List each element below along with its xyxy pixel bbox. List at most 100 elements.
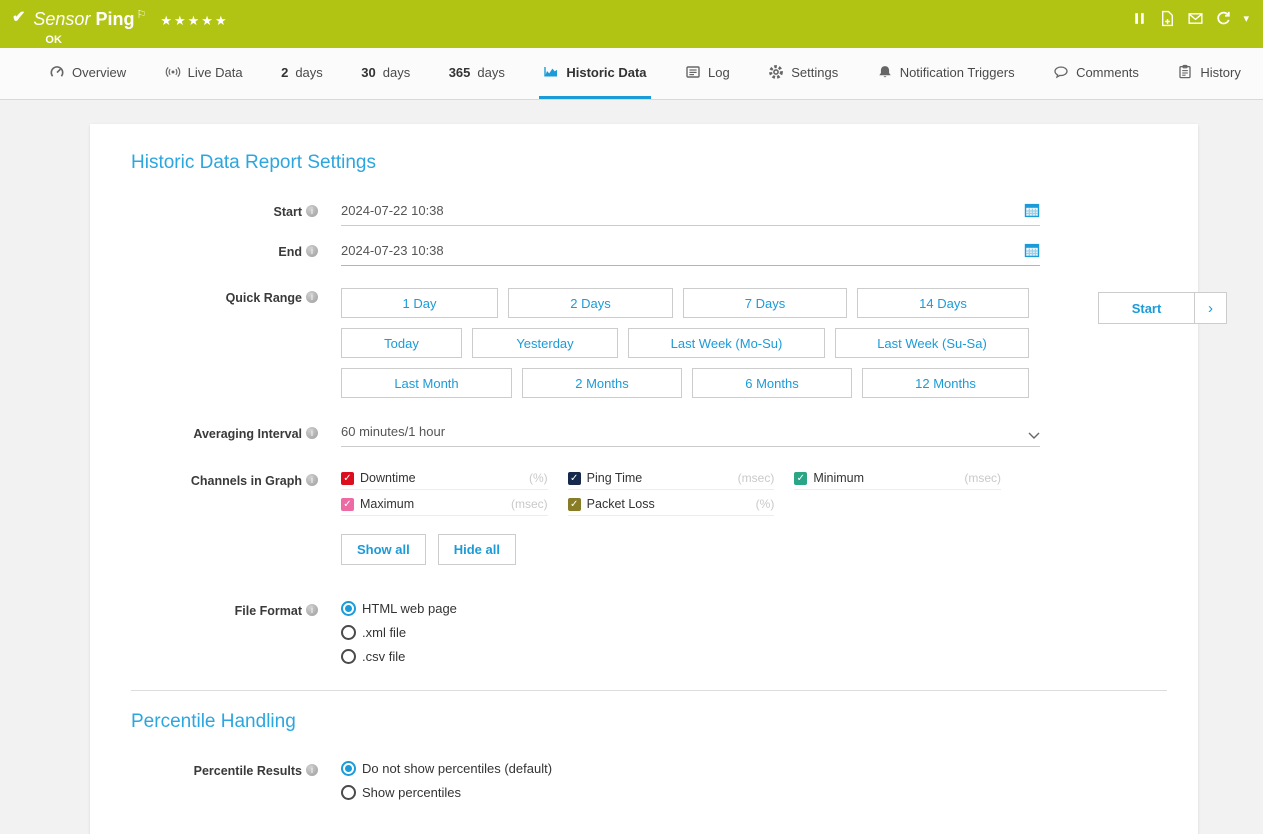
- email-icon[interactable]: [1187, 10, 1204, 27]
- radio-button[interactable]: [341, 625, 356, 640]
- tab-30-days[interactable]: 30 days: [357, 48, 414, 99]
- quick-range-2-months[interactable]: 2 Months: [522, 368, 682, 398]
- channel-unit: (msec): [738, 471, 775, 485]
- channel-name: Minimum: [813, 471, 958, 485]
- end-date-field[interactable]: 2024-07-23 10:38: [341, 242, 1040, 266]
- tab-2-days[interactable]: 2 days: [277, 48, 327, 99]
- tab-label: Comments: [1076, 65, 1139, 80]
- quick-range-last-month[interactable]: Last Month: [341, 368, 512, 398]
- report-document-icon[interactable]: [1159, 10, 1176, 27]
- tab-number: 365: [449, 65, 471, 80]
- channel-name: Packet Loss: [587, 497, 750, 511]
- status-check-icon: ✔: [12, 7, 25, 27]
- calendar-icon[interactable]: [1024, 242, 1040, 258]
- tab-label: Live Data: [188, 65, 243, 80]
- quick-range-label: Quick Range: [131, 288, 318, 305]
- calendar-icon[interactable]: [1024, 202, 1040, 218]
- radio-button[interactable]: [341, 601, 356, 616]
- quick-range-today[interactable]: Today: [341, 328, 462, 358]
- tab-label: History: [1200, 65, 1240, 80]
- averaging-interval-label: Averaging Interval: [131, 424, 318, 441]
- channel-unit: (%): [756, 497, 775, 511]
- flag-icon[interactable]: ⚐: [136, 9, 146, 21]
- quick-range-6-months[interactable]: 6 Months: [692, 368, 852, 398]
- channel-name: Maximum: [360, 497, 505, 511]
- tab-notification-triggers[interactable]: Notification Triggers: [873, 48, 1019, 99]
- tab-overview[interactable]: Overview: [45, 48, 130, 99]
- quick-range-12-months[interactable]: 12 Months: [862, 368, 1029, 398]
- quick-range-7-days[interactable]: 7 Days: [683, 288, 847, 318]
- pause-icon[interactable]: [1131, 10, 1148, 27]
- info-icon[interactable]: [306, 427, 318, 439]
- averaging-interval-select[interactable]: 60 minutes/1 hour: [341, 424, 1040, 447]
- gauge-icon: [49, 64, 65, 80]
- info-icon[interactable]: [306, 764, 318, 776]
- tab-live-data[interactable]: Live Data: [161, 48, 247, 99]
- quick-range-14-days[interactable]: 14 Days: [857, 288, 1029, 318]
- show-all-button[interactable]: Show all: [341, 534, 426, 565]
- channel-unit: (msec): [964, 471, 1001, 485]
- percentile-option-hide[interactable]: Do not show percentiles (default): [341, 761, 552, 776]
- percentile-results-label: Percentile Results: [131, 761, 318, 778]
- radio-button[interactable]: [341, 761, 356, 776]
- quick-range-1-day[interactable]: 1 Day: [341, 288, 498, 318]
- info-icon[interactable]: [306, 474, 318, 486]
- bell-icon: [877, 64, 893, 80]
- chevron-down-icon[interactable]: ▾: [1243, 12, 1249, 25]
- radio-button[interactable]: [341, 785, 356, 800]
- channels-in-graph-label: Channels in Graph: [131, 471, 318, 488]
- checkbox-checked-icon[interactable]: ✓: [568, 472, 581, 485]
- end-label: End: [131, 242, 318, 259]
- quick-range-last-week-su-sa[interactable]: Last Week (Su-Sa): [835, 328, 1029, 358]
- channel-ping-time: ✓ Ping Time (msec): [568, 471, 775, 490]
- tab-log[interactable]: Log: [681, 48, 734, 99]
- quick-range-2-days[interactable]: 2 Days: [508, 288, 673, 318]
- start-date-value[interactable]: 2024-07-22 10:38: [341, 203, 444, 218]
- refresh-icon[interactable]: [1215, 10, 1232, 27]
- quick-range-last-week-mo-su[interactable]: Last Week (Mo-Su): [628, 328, 825, 358]
- info-icon[interactable]: [306, 205, 318, 217]
- historic-data-panel: Historic Data Report Settings Start 2024…: [90, 124, 1198, 834]
- channel-name: Downtime: [360, 471, 523, 485]
- channel-unit: (msec): [511, 497, 548, 511]
- info-icon[interactable]: [306, 291, 318, 303]
- tab-number: 2: [281, 65, 288, 80]
- info-icon[interactable]: [306, 245, 318, 257]
- priority-stars[interactable]: ★★★★★: [160, 13, 228, 28]
- start-date-field[interactable]: 2024-07-22 10:38: [341, 202, 1040, 226]
- checkbox-checked-icon[interactable]: ✓: [341, 498, 354, 511]
- hide-all-button[interactable]: Hide all: [438, 534, 516, 565]
- sensor-title: SensorPing⚐★★★★★: [33, 4, 228, 32]
- tab-365-days[interactable]: 365 days: [445, 48, 509, 99]
- tab-history[interactable]: History: [1173, 48, 1244, 99]
- section-title-report-settings: Historic Data Report Settings: [131, 152, 1167, 174]
- averaging-interval-value: 60 minutes/1 hour: [341, 424, 445, 439]
- tab-historic-data[interactable]: Historic Data: [539, 48, 650, 99]
- file-format-option-xml[interactable]: .xml file: [341, 625, 457, 640]
- info-icon[interactable]: [306, 604, 318, 616]
- channel-downtime: ✓ Downtime (%): [341, 471, 548, 490]
- file-format-option-html[interactable]: HTML web page: [341, 601, 457, 616]
- checkbox-checked-icon[interactable]: ✓: [568, 498, 581, 511]
- tab-label: Log: [708, 65, 730, 80]
- radio-button[interactable]: [341, 649, 356, 664]
- channel-name: Ping Time: [587, 471, 732, 485]
- start-label: Start: [131, 202, 318, 219]
- start-report-button[interactable]: Start: [1098, 292, 1195, 324]
- tab-label: days: [295, 65, 322, 80]
- channel-maximum: ✓ Maximum (msec): [341, 497, 548, 516]
- tab-comments[interactable]: Comments: [1049, 48, 1143, 99]
- next-chevron-button[interactable]: ›: [1195, 292, 1227, 324]
- checkbox-checked-icon[interactable]: ✓: [794, 472, 807, 485]
- area-chart-icon: [543, 64, 559, 80]
- status-badge: OK: [45, 34, 228, 46]
- page-content: Historic Data Report Settings Start 2024…: [0, 100, 1263, 834]
- live-signal-icon: [165, 64, 181, 80]
- channel-minimum: ✓ Minimum (msec): [794, 471, 1001, 490]
- end-date-value[interactable]: 2024-07-23 10:38: [341, 243, 444, 258]
- percentile-option-show[interactable]: Show percentiles: [341, 785, 552, 800]
- quick-range-yesterday[interactable]: Yesterday: [472, 328, 618, 358]
- checkbox-checked-icon[interactable]: ✓: [341, 472, 354, 485]
- tab-settings[interactable]: Settings: [764, 48, 842, 99]
- file-format-option-csv[interactable]: .csv file: [341, 649, 457, 664]
